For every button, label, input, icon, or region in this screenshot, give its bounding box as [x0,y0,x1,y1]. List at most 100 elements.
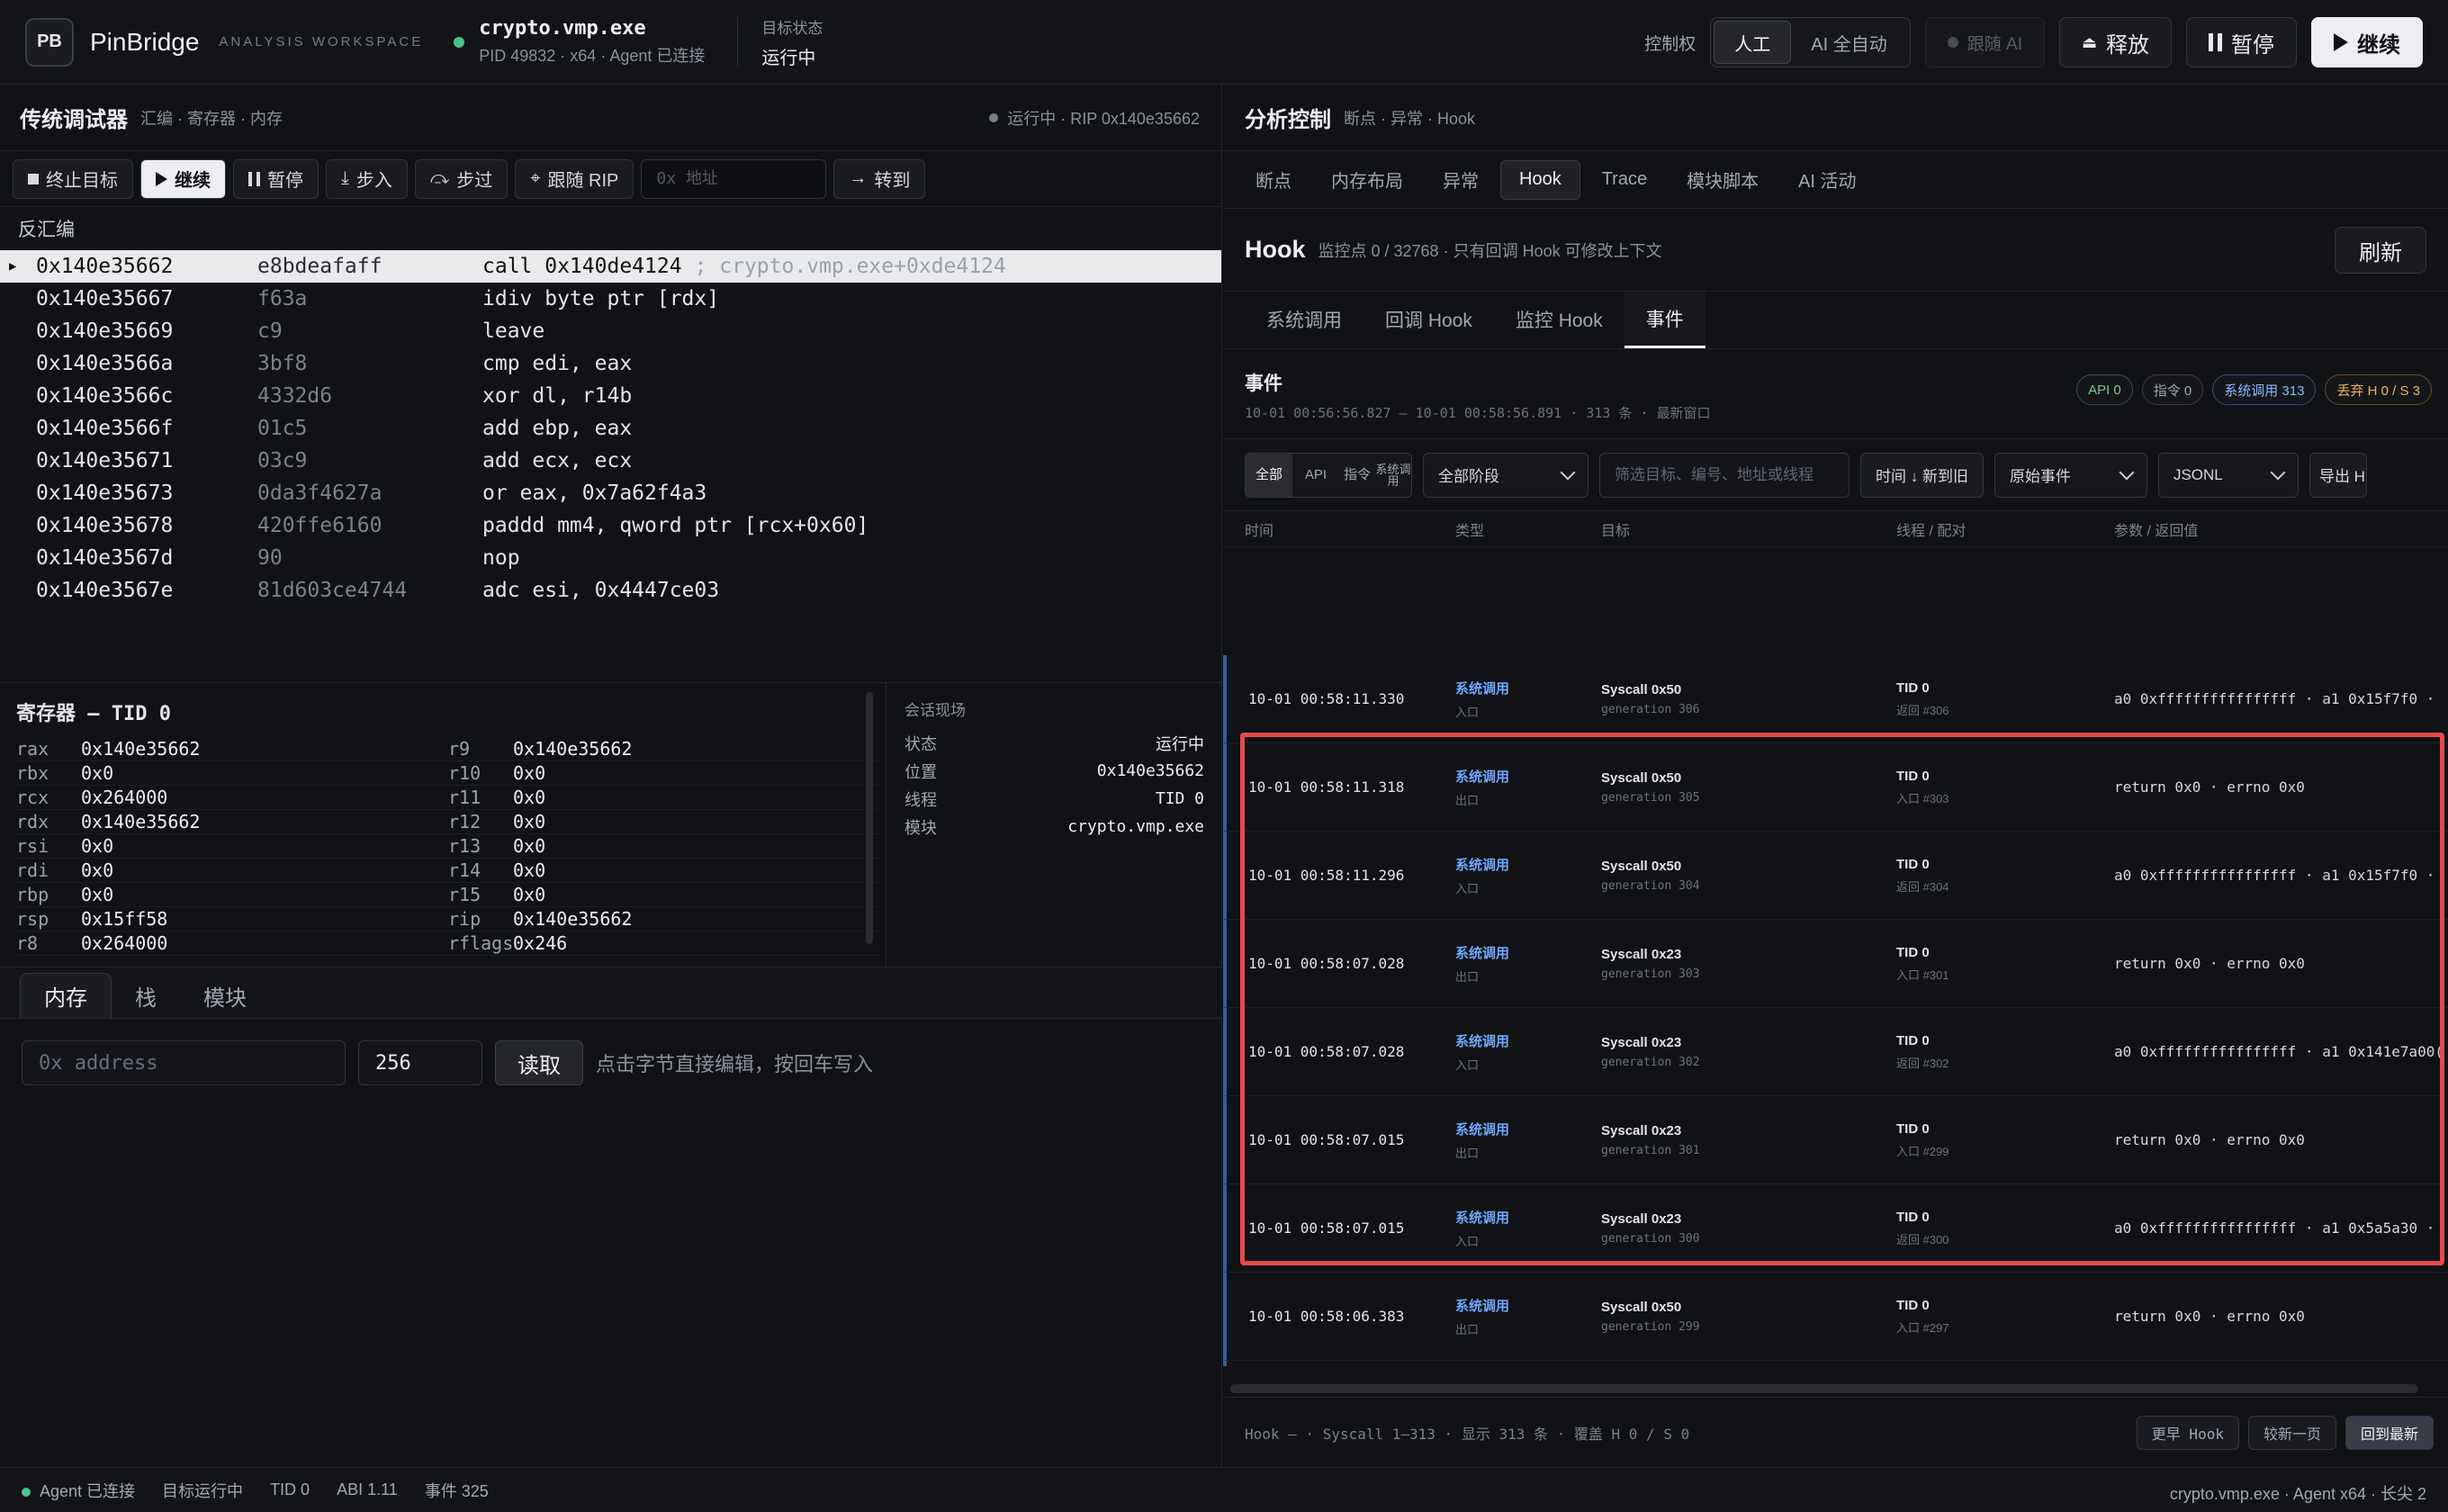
format-select[interactable]: JSONL [2157,452,2299,498]
pagination-button[interactable]: 回到最新 [2344,1416,2434,1450]
event-row[interactable]: 10-01 00:58:07.015 系统调用 入口 Syscall 0x23 gene… [1223,1184,2448,1273]
disasm-address: 0x140e3566a [36,352,174,375]
register-row[interactable]: r12 0x0 [448,810,880,834]
register-row[interactable]: r10 0x0 [448,761,880,786]
disasm-bytes: e8bdeafaff [257,255,382,278]
goto-button[interactable]: → 转到 [833,158,926,199]
analysis-tab[interactable]: 模块脚本 [1669,160,1777,200]
register-row[interactable]: r9 0x140e35662 [448,737,880,761]
register-row[interactable]: rsp 0x15ff58 [16,907,448,932]
register-row[interactable]: rip 0x140e35662 [448,907,880,932]
event-row[interactable]: 10-01 00:58:06.383 系统调用 出口 Syscall 0x50 gene… [1223,1273,2448,1361]
mode-manual-button[interactable]: 人工 [1714,21,1792,64]
register-name: r13 [448,835,482,857]
memory-tab[interactable]: 内存 [20,973,112,1018]
event-row[interactable]: 10-01 00:58:11.318 系统调用 出口 Syscall 0x50 gene… [1223,743,2448,832]
analysis-tab[interactable]: 内存布局 [1313,160,1421,200]
register-row[interactable]: rdx 0x140e35662 [16,810,448,834]
step-in-button[interactable]: ⤓ 步入 [326,158,408,199]
register-row[interactable]: rcx 0x264000 [16,786,448,810]
event-search-input[interactable] [1599,452,1850,498]
disasm-row[interactable]: 0x140e35671 03c9 add ecx, ecx [0,445,1221,477]
event-target-name: Syscall 0x50 [1601,858,1682,874]
mode-ai-button[interactable]: AI 全自动 [1791,21,1906,64]
hook-subtab[interactable]: 系统调用 [1245,291,1364,348]
memory-length-input[interactable] [358,1040,482,1085]
disasm-row[interactable]: 0x140e3567d 90 nop [0,542,1221,574]
register-value: 0x0 [81,835,114,857]
memory-tab[interactable]: 模块 [180,973,270,1018]
event-row[interactable]: 10-01 00:58:06.383系统调用入口Syscall 0x50gene… [1223,1361,2448,1366]
export-button[interactable]: 导出 H [2308,452,2367,498]
register-row[interactable]: rdi 0x0 [16,859,448,883]
disasm-row[interactable]: 0x140e3566c 4332d6 xor dl, r14b [0,380,1221,412]
pause-button[interactable]: 暂停 [2186,17,2297,68]
event-kind-filter-option[interactable]: API [1292,454,1339,497]
debugger-pause-button[interactable]: 暂停 [233,158,319,199]
analysis-tab[interactable]: Hook [1500,159,1580,200]
event-phase: 出口 [1455,1146,1480,1160]
release-button[interactable]: ⏏ 释放 [2058,17,2172,68]
event-kind-filter-option[interactable]: 系统调用 [1375,454,1411,497]
disasm-row[interactable]: 0x140e3566a 3bf8 cmp edi, eax [0,347,1221,380]
register-row[interactable]: rax 0x140e35662 [16,737,448,761]
event-row[interactable]: 10-01 00:58:07.028 系统调用 入口 Syscall 0x23 gene… [1223,1008,2448,1096]
event-kind-filter-option[interactable]: 全部 [1246,453,1292,497]
register-scrollbar[interactable] [866,692,873,944]
disasm-row[interactable]: 0x140e35667 f63a idiv byte ptr [rdx] [0,283,1221,315]
register-name: rflags [448,932,514,954]
disasm-row[interactable]: 0x140e3567e 81d603ce4744 adc esi, 0x4447ce… [0,574,1221,607]
pagination-button[interactable]: 较新一页 [2247,1416,2336,1450]
goto-address-input[interactable] [641,158,827,199]
register-row[interactable]: r14 0x0 [448,859,880,883]
memory-tab[interactable]: 栈 [112,973,180,1018]
event-count-badge: 系统调用 313 [2212,374,2317,405]
register-row[interactable]: rbp 0x0 [16,883,448,907]
event-row[interactable]: 10-01 00:58:11.330 系统调用 入口 Syscall 0x50 gene… [1223,655,2448,743]
debugger-continue-button[interactable]: 继续 [140,158,226,199]
pagination-button[interactable]: 更早 Hook [2136,1416,2239,1450]
pagination-buttons: 更早 Hook 较新一页 回到最新 [2136,1416,2434,1450]
register-row[interactable]: r8 0x264000 [16,932,448,956]
event-target: Syscall 0x23 generation 300 [1601,1211,1896,1246]
analysis-tab[interactable]: 异常 [1425,160,1497,200]
continue-button[interactable]: 继续 [2311,17,2423,68]
register-row[interactable]: rbx 0x0 [16,761,448,786]
debugger-title: 传统调试器 [20,108,128,132]
session-title: 会话现场 [904,702,966,719]
memory-tabs: 内存栈模块 [0,967,1222,1019]
hook-subtab[interactable]: 事件 [1624,291,1706,348]
terminate-button[interactable]: 终止目标 [13,158,133,199]
disasm-row[interactable]: ▶ 0x140e35662 e8bdeafaff call 0x140de4124 ; … [0,250,1221,283]
hook-subtab[interactable]: 监控 Hook [1494,291,1624,348]
memory-address-input[interactable] [22,1040,346,1085]
disasm-row[interactable]: 0x140e35669 c9 leave [0,315,1221,347]
disasm-row[interactable]: 0x140e3566f 01c5 add ebp, eax [0,412,1221,445]
event-row[interactable]: 10-01 00:58:11.296 系统调用 入口 Syscall 0x50 gene… [1223,832,2448,920]
hook-subtab[interactable]: 回调 Hook [1364,291,1494,348]
disasm-row[interactable]: 0x140e35678 420ffe6160 paddd mm4, qword pt… [0,509,1221,542]
sort-button[interactable]: 时间 ↓ 新到旧 [1860,452,1984,498]
follow-ai-button[interactable]: 跟随 AI [1924,17,2045,68]
events-horizontal-scrollbar[interactable] [1230,1384,2418,1393]
raw-event-select[interactable]: 原始事件 [1994,452,2147,498]
register-row[interactable]: rsi 0x0 [16,834,448,859]
analysis-tab[interactable]: 断点 [1238,160,1310,200]
disasm-row[interactable]: 0x140e35673 0da3f4627a or eax, 0x7a62f4a3 [0,477,1221,509]
memory-read-button[interactable]: 读取 [495,1040,583,1085]
debugger-pause-label: 暂停 [267,171,303,191]
stage-select[interactable]: 全部阶段 [1423,452,1588,498]
step-over-button[interactable]: ⤼ 步过 [414,158,508,199]
event-row[interactable]: 10-01 00:58:07.028 系统调用 出口 Syscall 0x23 gene… [1223,920,2448,1008]
analysis-tab[interactable]: Trace [1584,160,1665,200]
follow-rip-button[interactable]: ⌖ 跟随 RIP [515,158,634,199]
divider [737,16,739,68]
refresh-button[interactable]: 刷新 [2335,227,2426,274]
analysis-tab[interactable]: AI 活动 [1780,160,1874,200]
register-row[interactable]: rflags 0x246 [448,932,880,956]
register-row[interactable]: r13 0x0 [448,834,880,859]
event-kind-filter-option[interactable]: 指令 [1339,454,1375,497]
register-row[interactable]: r11 0x0 [448,786,880,810]
register-row[interactable]: r15 0x0 [448,883,880,907]
event-row[interactable]: 10-01 00:58:07.015 系统调用 出口 Syscall 0x23 gene… [1223,1096,2448,1184]
